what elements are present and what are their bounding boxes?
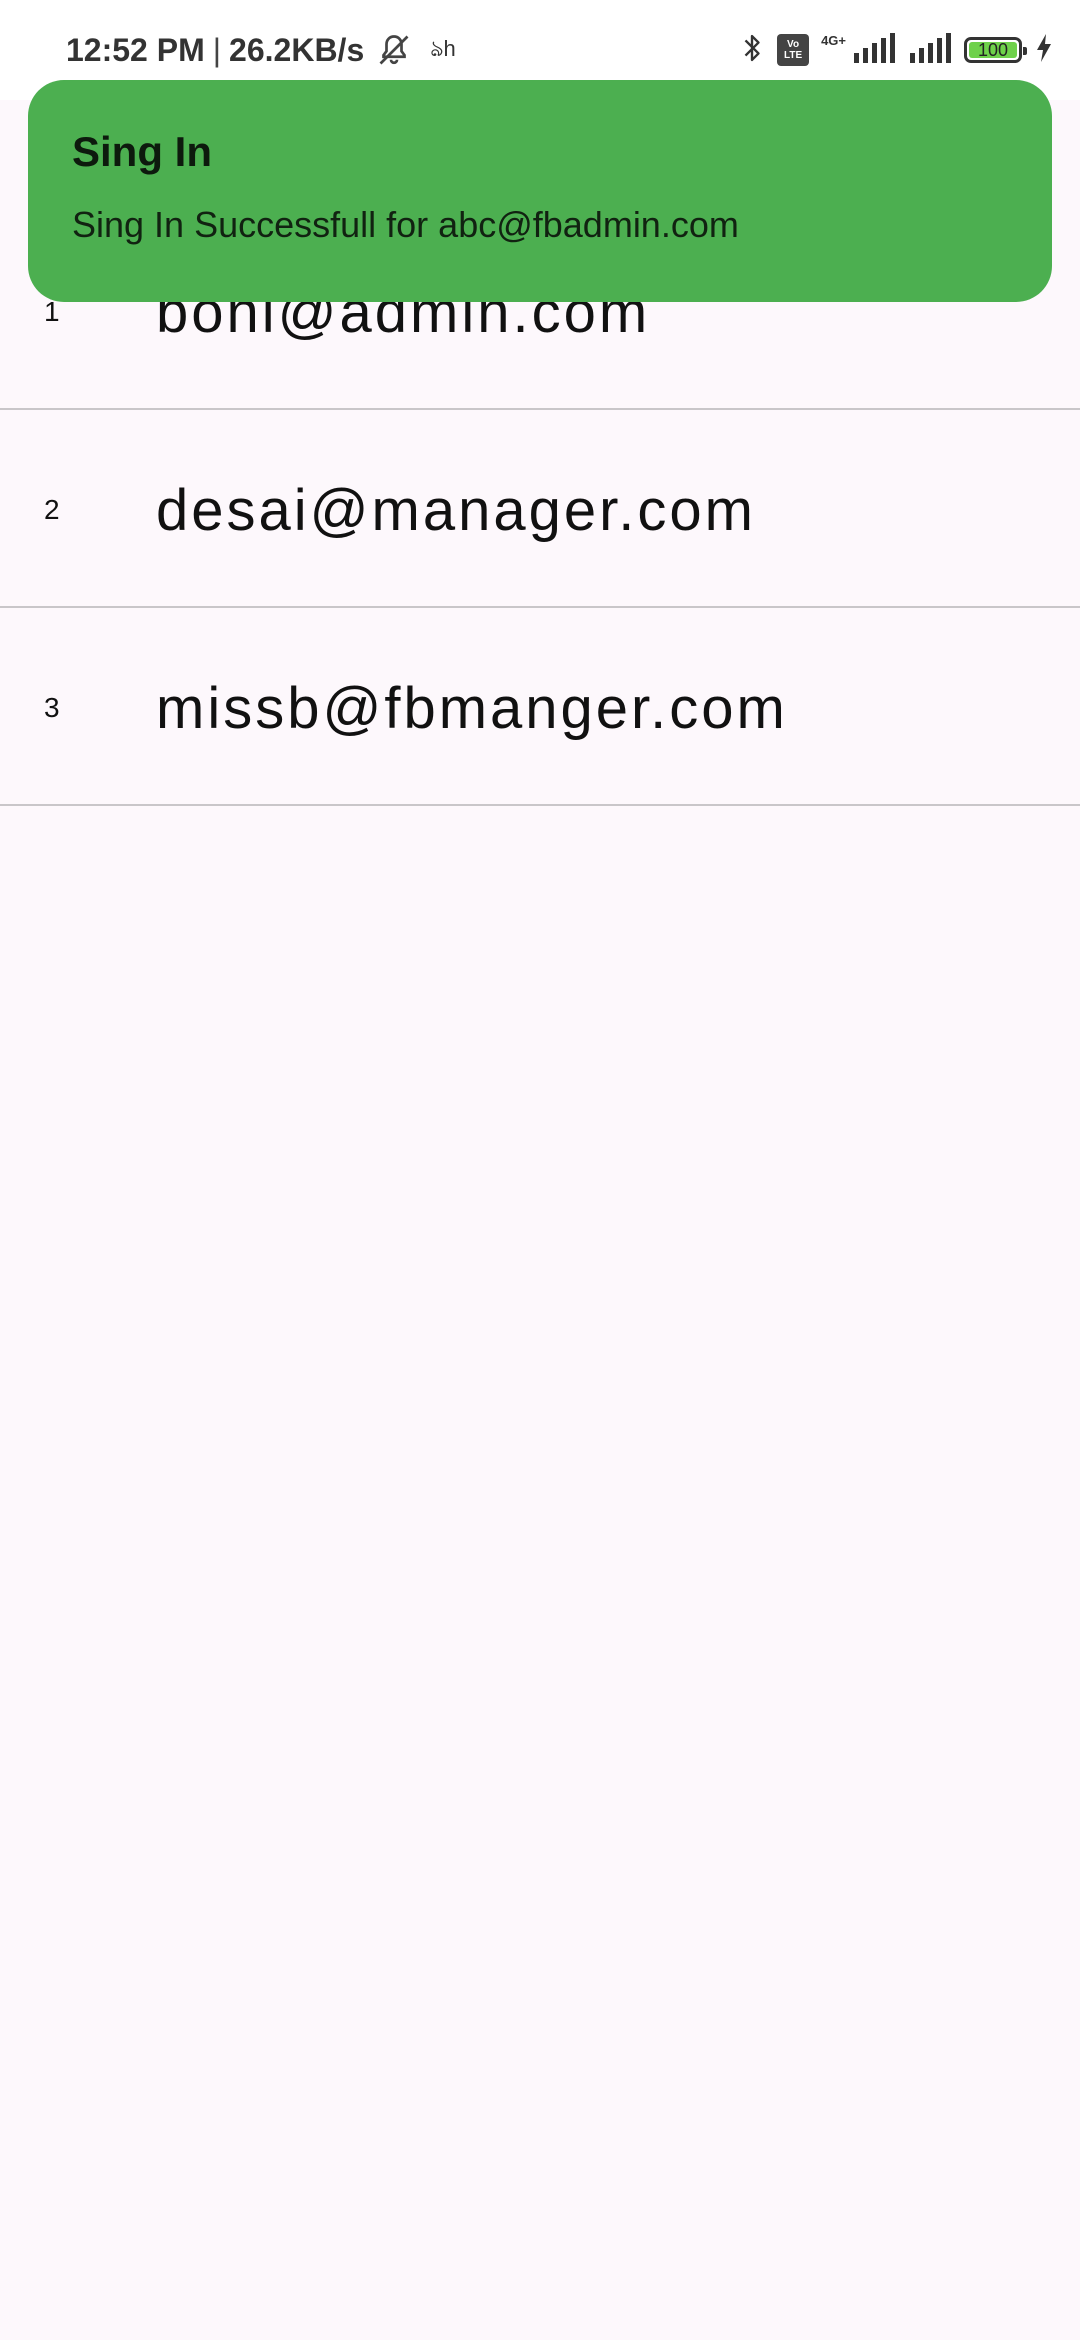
list-item[interactable]: 3 missb@fbmanger.com (0, 610, 1080, 806)
list-item-index: 3 (44, 692, 60, 723)
network-speed: 26.2KB/s (229, 31, 365, 68)
list-item-email: missb@fbmanger.com (156, 675, 788, 741)
charging-icon (1034, 33, 1054, 68)
battery-icon: 100 (964, 37, 1027, 63)
signal-strength-icon (908, 32, 952, 68)
status-left: 12:52 PM | 26.2KB/s ঌh (66, 28, 456, 72)
app-notification-icon: ঌh (430, 35, 456, 61)
volte-icon: Vo LTE (777, 34, 810, 66)
bluetooth-icon (739, 31, 765, 70)
list-item-index: 2 (44, 494, 60, 525)
list-item-email: desai@manager.com (156, 477, 756, 543)
toast-title: Sing In (72, 128, 212, 175)
notifications-muted-icon (376, 32, 412, 68)
signal-strength-icon (852, 32, 896, 68)
status-right: Vo LTE 4G+ 100 (739, 28, 1054, 72)
status-time: 12:52 PM (66, 31, 205, 68)
network-type: 4G+ (821, 32, 846, 48)
toast-message: Sing In Successfull for abc@fbadmin.com (72, 204, 739, 245)
sign-in-toast[interactable]: Sing In Sing In Successfull for abc@fbad… (28, 80, 1052, 302)
battery-level: 100 (977, 39, 1009, 60)
list-item[interactable]: 2 desai@manager.com (0, 412, 1080, 608)
status-separator: | (212, 31, 222, 68)
